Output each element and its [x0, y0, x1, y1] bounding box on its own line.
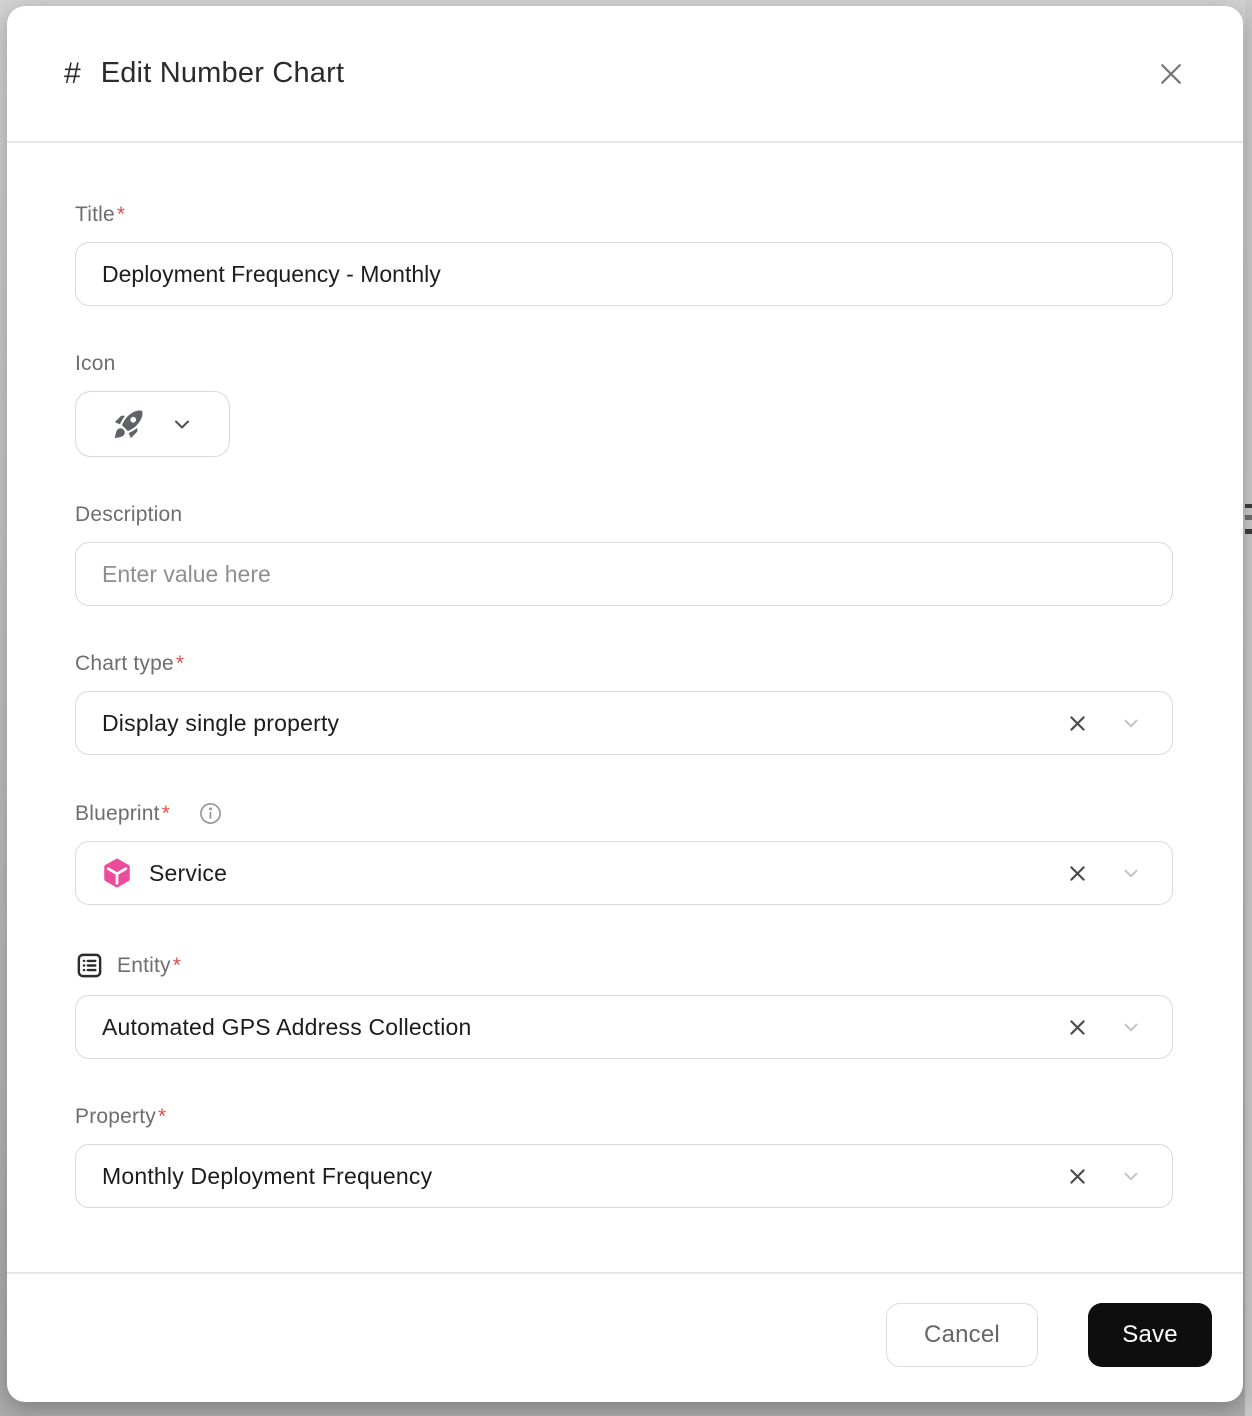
info-icon[interactable] [184, 801, 223, 826]
chevron-down-icon[interactable] [1120, 1016, 1142, 1038]
icon-picker-button[interactable] [75, 391, 230, 457]
description-input[interactable] [75, 542, 1173, 606]
title-input[interactable] [75, 242, 1173, 306]
background-page-edge [1245, 0, 1252, 1416]
hash-icon: # [64, 57, 81, 91]
clear-selection-button[interactable] [1067, 713, 1088, 734]
clear-icon [1067, 1017, 1088, 1038]
page-title: Edit Number Chart [101, 57, 1149, 90]
required-marker: * [176, 652, 184, 676]
chart-type-label: Chart type* [75, 652, 1173, 676]
edit-number-chart-modal: # Edit Number Chart Title* Icon [7, 6, 1243, 1402]
entity-value: Automated GPS Address Collection [102, 1014, 1067, 1041]
property-select[interactable]: Monthly Deployment Frequency [75, 1144, 1173, 1208]
description-label: Description [75, 503, 1173, 527]
close-icon [1156, 59, 1186, 89]
clear-selection-button[interactable] [1067, 863, 1088, 884]
clear-icon [1067, 1166, 1088, 1187]
blueprint-field: Blueprint* [75, 801, 1173, 905]
cube-icon [102, 858, 132, 888]
required-marker: * [173, 954, 181, 978]
clear-icon [1067, 863, 1088, 884]
property-value: Monthly Deployment Frequency [102, 1163, 1067, 1190]
icon-label: Icon [75, 352, 1173, 376]
icon-field: Icon [75, 352, 1173, 457]
entity-label: Entity* [75, 951, 1173, 980]
cancel-button[interactable]: Cancel [886, 1303, 1038, 1367]
modal-footer: Cancel Save [7, 1272, 1243, 1402]
modal-body: Title* Icon [7, 143, 1243, 1272]
blueprint-select[interactable]: Service [75, 841, 1173, 905]
title-field: Title* [75, 203, 1173, 306]
rocket-icon [112, 407, 146, 441]
required-marker: * [117, 203, 125, 227]
clear-icon [1067, 713, 1088, 734]
chart-type-field: Chart type* Display single property [75, 652, 1173, 755]
list-icon [75, 951, 104, 980]
description-field: Description [75, 503, 1173, 606]
background-page-fragment [1245, 504, 1252, 508]
chevron-down-icon[interactable] [1120, 862, 1142, 884]
required-marker: * [162, 802, 170, 826]
chart-type-value: Display single property [102, 710, 1067, 737]
entity-select[interactable]: Automated GPS Address Collection [75, 995, 1173, 1059]
title-label: Title* [75, 203, 1173, 227]
blueprint-value: Service [149, 860, 227, 887]
clear-selection-button[interactable] [1067, 1166, 1088, 1187]
save-button[interactable]: Save [1088, 1303, 1212, 1367]
clear-selection-button[interactable] [1067, 1017, 1088, 1038]
background-page-fragment [1245, 529, 1252, 534]
chevron-down-icon[interactable] [1120, 1165, 1142, 1187]
required-marker: * [158, 1105, 166, 1129]
modal-header: # Edit Number Chart [7, 6, 1243, 143]
background-page-fragment [1245, 515, 1252, 520]
entity-field: Entity* Automated GPS Address Collection [75, 951, 1173, 1059]
property-label: Property* [75, 1105, 1173, 1129]
property-field: Property* Monthly Deployment Frequency [75, 1105, 1173, 1208]
close-button[interactable] [1149, 52, 1193, 96]
chevron-down-icon [170, 412, 194, 436]
chart-type-select[interactable]: Display single property [75, 691, 1173, 755]
chevron-down-icon[interactable] [1120, 712, 1142, 734]
blueprint-label: Blueprint* [75, 801, 1173, 826]
